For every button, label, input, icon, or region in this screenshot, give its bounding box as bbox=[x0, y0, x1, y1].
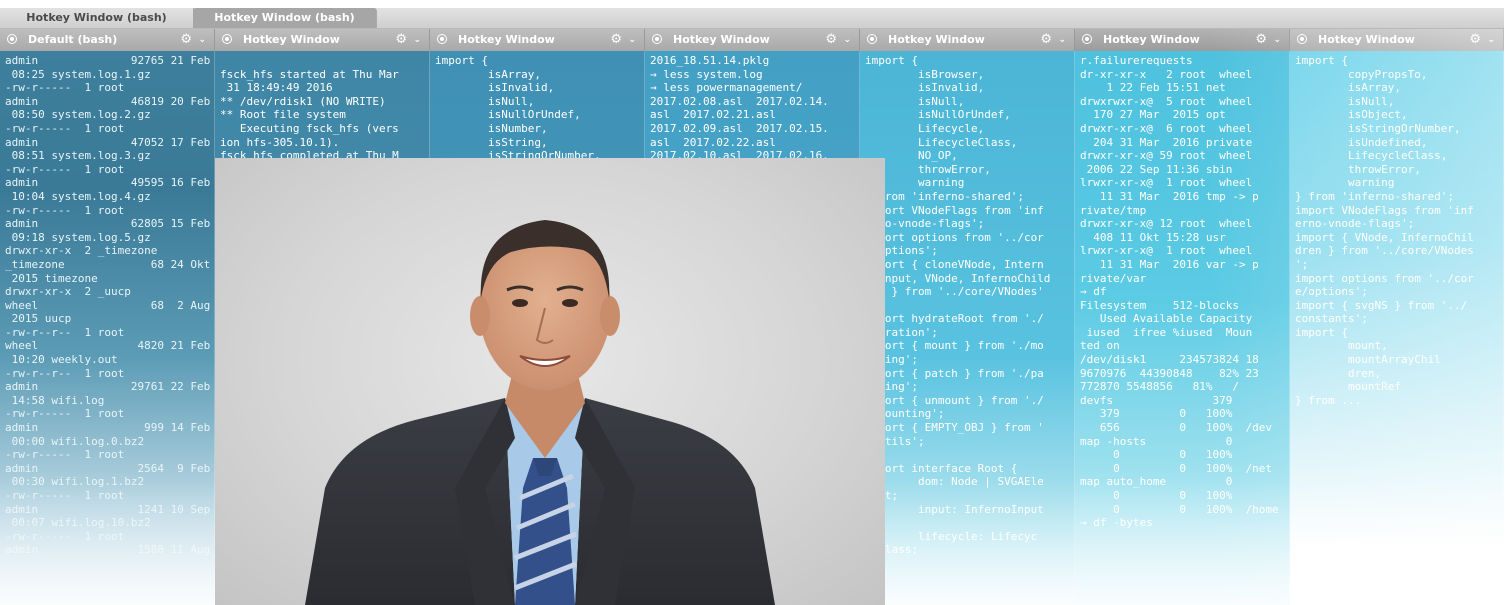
gear-icon[interactable]: ⚙ bbox=[1040, 29, 1052, 51]
pane-header: Default (bash) ⚙ ⌄ bbox=[0, 29, 215, 51]
pane-default-bash[interactable]: Default (bash) ⚙ ⌄ admin 92765 21 Feb 08… bbox=[0, 29, 215, 605]
chevron-down-icon[interactable]: ⌄ bbox=[1273, 29, 1281, 51]
pane-title: Hotkey Window bbox=[1103, 33, 1200, 46]
chevron-down-icon[interactable]: ⌄ bbox=[843, 29, 851, 51]
pane-title: Hotkey Window bbox=[673, 33, 770, 46]
pane-header: Hotkey Window ⚙ ⌄ bbox=[1290, 29, 1504, 51]
gear-icon[interactable]: ⚙ bbox=[610, 29, 622, 51]
pane-status-icon bbox=[7, 34, 17, 44]
terminal-output: import { copyPropsTo, isArray, isNull, i… bbox=[1295, 54, 1474, 407]
gear-icon[interactable]: ⚙ bbox=[825, 29, 837, 51]
pane-status-icon bbox=[1297, 34, 1307, 44]
pane-header: Hotkey Window ⚙ ⌄ bbox=[860, 29, 1075, 51]
tab-hotkey-window-bash-1[interactable]: Hotkey Window (bash) bbox=[0, 8, 194, 28]
pane-title: Hotkey Window bbox=[888, 33, 985, 46]
tab-bar: Hotkey Window (bash) Hotkey Window (bash… bbox=[0, 8, 1504, 29]
pane-status-icon bbox=[437, 34, 447, 44]
pane-body[interactable]: admin 92765 21 Feb 08:25 system.log.1.gz… bbox=[0, 51, 215, 605]
pane-status-icon bbox=[222, 34, 232, 44]
chevron-down-icon[interactable]: ⌄ bbox=[628, 29, 636, 51]
chevron-down-icon[interactable]: ⌄ bbox=[1487, 29, 1495, 51]
pane-title: Hotkey Window bbox=[1318, 33, 1415, 46]
terminal-output: 2016_18.51.14.pklg → less system.log → l… bbox=[650, 54, 829, 163]
terminal-output: admin 92765 21 Feb 08:25 system.log.1.gz… bbox=[5, 54, 211, 557]
pane-title: Hotkey Window bbox=[243, 33, 340, 46]
pane-header: Hotkey Window ⚙ ⌄ bbox=[1075, 29, 1290, 51]
terminal-output: import { isBrowser, isInvalid, isNull, i… bbox=[865, 54, 1051, 557]
pane-hotkey-window-4[interactable]: Hotkey Window ⚙ ⌄ import { isBrowser, is… bbox=[860, 29, 1075, 605]
pane-header: Hotkey Window ⚙ ⌄ bbox=[430, 29, 645, 51]
gear-icon[interactable]: ⚙ bbox=[1469, 29, 1481, 51]
chevron-down-icon[interactable]: ⌄ bbox=[198, 29, 206, 51]
pane-hotkey-window-last[interactable]: Hotkey Window ⚙ ⌄ import { copyPropsTo, … bbox=[1290, 29, 1504, 605]
portrait-photo bbox=[215, 158, 885, 605]
pane-title: Default (bash) bbox=[28, 33, 118, 46]
terminal-output: import { isArray, isInvalid, isNull, isN… bbox=[435, 54, 601, 163]
gear-icon[interactable]: ⚙ bbox=[395, 29, 407, 51]
pane-body[interactable]: import { isBrowser, isInvalid, isNull, i… bbox=[860, 51, 1075, 605]
chevron-down-icon[interactable]: ⌄ bbox=[413, 29, 421, 51]
pane-body[interactable]: import { copyPropsTo, isArray, isNull, i… bbox=[1290, 51, 1504, 605]
tab-hotkey-window-bash-2-active[interactable]: Hotkey Window (bash) bbox=[193, 8, 377, 28]
pane-header: Hotkey Window ⚙ ⌄ bbox=[215, 29, 430, 51]
terminal-output: r.failurerequests dr-xr-xr-x 2 root whee… bbox=[1080, 54, 1279, 530]
pane-status-icon bbox=[652, 34, 662, 44]
gear-icon[interactable]: ⚙ bbox=[180, 29, 192, 51]
top-strip bbox=[0, 0, 1511, 8]
portrait-illustration bbox=[305, 220, 775, 605]
pane-status-icon bbox=[1082, 34, 1092, 44]
pane-header: Hotkey Window ⚙ ⌄ bbox=[645, 29, 860, 51]
pane-title: Hotkey Window bbox=[458, 33, 555, 46]
chevron-down-icon[interactable]: ⌄ bbox=[1058, 29, 1066, 51]
pane-body[interactable]: r.failurerequests dr-xr-xr-x 2 root whee… bbox=[1075, 51, 1290, 605]
gear-icon[interactable]: ⚙ bbox=[1255, 29, 1267, 51]
pane-hotkey-window-active[interactable]: Hotkey Window ⚙ ⌄ r.failurerequests dr-x… bbox=[1075, 29, 1290, 605]
terminal-output: fsck_hfs started at Thu Mar 31 18:49:49 … bbox=[220, 67, 399, 163]
pane-status-icon bbox=[867, 34, 877, 44]
